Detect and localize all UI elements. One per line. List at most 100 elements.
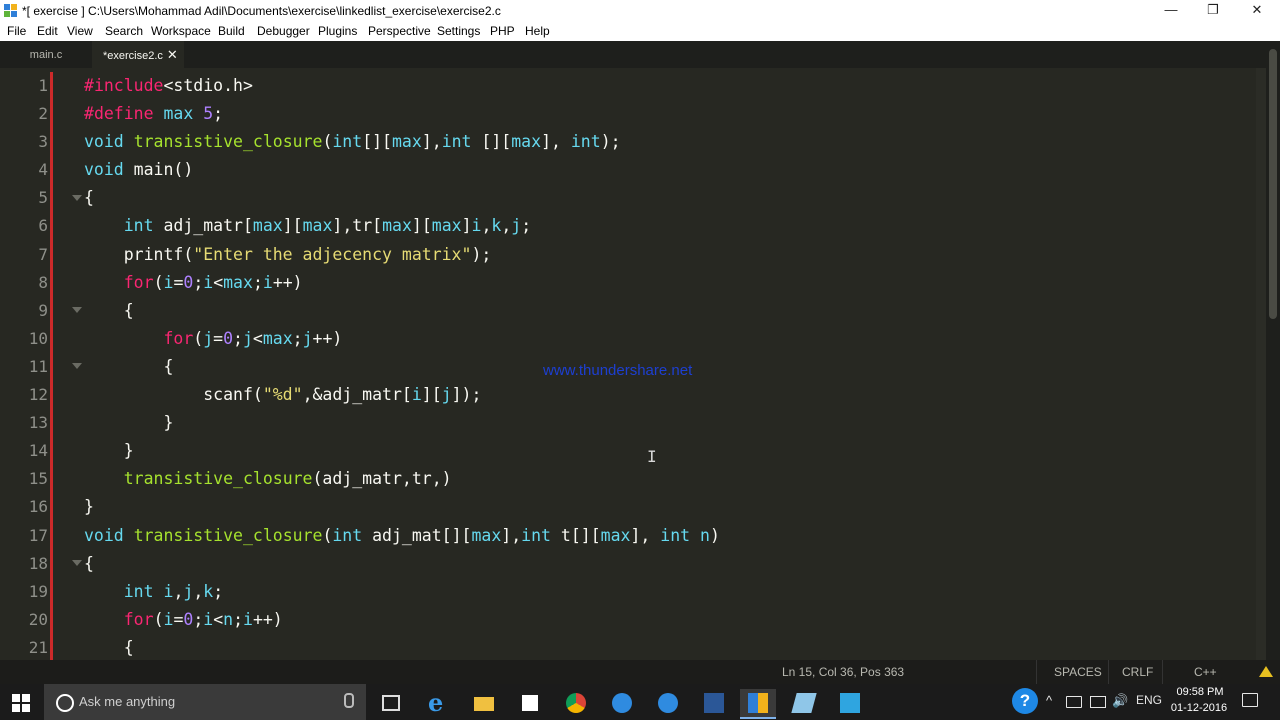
search-placeholder: Ask me anything	[79, 694, 176, 709]
cortana-search-box[interactable]: Ask me anything	[44, 684, 366, 720]
code-line[interactable]: void transistive_closure(int[][max],int …	[84, 128, 1254, 156]
notepad-icon[interactable]	[786, 689, 822, 717]
line-number-list: 1 2 3 4 5 6 7 8 9 10 11 12 13 14 15 16 1…	[0, 72, 48, 662]
line-number: 21	[28, 637, 48, 657]
code-line[interactable]: {	[84, 184, 1254, 212]
menu-search[interactable]: Search	[105, 24, 143, 38]
code-line[interactable]: for(j=0;j<max;j++)	[84, 325, 1254, 353]
window-title: *[ exercise ] C:\Users\Mohammad Adil\Doc…	[22, 4, 501, 18]
code-line[interactable]: #define max 5;	[84, 100, 1254, 128]
menu-edit[interactable]: Edit	[37, 24, 58, 38]
tab-main-c[interactable]: main.c	[0, 41, 92, 68]
tray-arrow-icon[interactable]: ^	[1046, 693, 1052, 708]
codelite-taskbar-icon[interactable]	[740, 689, 776, 719]
menu-view[interactable]: View	[67, 24, 93, 38]
menu-workspace[interactable]: Workspace	[151, 24, 211, 38]
fold-marker-icon[interactable]	[72, 560, 82, 566]
microphone-icon[interactable]	[344, 693, 354, 708]
code-line[interactable]: }	[84, 409, 1254, 437]
code-line[interactable]: {	[84, 550, 1254, 578]
line-number: 20	[28, 609, 48, 629]
restore-button[interactable]: ❐	[1190, 0, 1236, 22]
code-line[interactable]: scanf("%d",&adj_matr[i][j]);	[84, 381, 1254, 409]
code-line[interactable]: {	[84, 634, 1254, 660]
clock-date[interactable]: 01-12-2016	[1168, 702, 1230, 714]
code-line[interactable]: }	[84, 437, 1254, 465]
code-line[interactable]: int i,j,k;	[84, 578, 1254, 606]
code-line[interactable]: int adj_matr[max][max],tr[max][max]i,k,j…	[84, 212, 1254, 240]
code-line[interactable]: for(i=0;i<max;i++)	[84, 269, 1254, 297]
word-icon[interactable]	[696, 689, 732, 717]
edge-browser-icon[interactable]: e	[420, 689, 456, 717]
line-number: 6	[38, 216, 48, 236]
menu-settings[interactable]: Settings	[437, 24, 480, 38]
minimize-button[interactable]: —	[1148, 0, 1194, 22]
code-line[interactable]: for(i=0;i<n;i++)	[84, 606, 1254, 634]
camtasia-icon[interactable]	[832, 689, 868, 717]
fold-marker-icon[interactable]	[72, 195, 82, 201]
status-divider	[1108, 660, 1109, 684]
code-line[interactable]: transistive_closure(adj_matr,tr,)	[84, 465, 1254, 493]
store-icon[interactable]	[512, 689, 548, 717]
line-number: 14	[28, 441, 48, 461]
chrome-icon[interactable]	[558, 689, 594, 717]
line-number: 18	[28, 553, 48, 573]
line-number: 5	[38, 188, 48, 208]
thundershare-icon-2[interactable]	[650, 689, 686, 717]
tab-label: main.c	[29, 49, 63, 61]
fold-marker-icon[interactable]	[72, 363, 82, 369]
tab-exercise2-c[interactable]: *exercise2.c ✕	[92, 41, 184, 68]
vertical-scrollbar[interactable]	[1266, 41, 1280, 660]
line-number: 9	[38, 300, 48, 320]
close-tab-icon[interactable]: ✕	[167, 47, 178, 62]
menu-plugins[interactable]: Plugins	[318, 24, 357, 38]
menu-perspective[interactable]: Perspective	[368, 24, 431, 38]
menu-file[interactable]: File	[7, 24, 26, 38]
volume-icon[interactable]: 🔊	[1112, 693, 1128, 709]
line-number: 3	[38, 132, 48, 152]
line-ending[interactable]: CRLF	[1122, 665, 1153, 679]
menu-php[interactable]: PHP	[490, 24, 515, 38]
indent-mode[interactable]: SPACES	[1054, 665, 1102, 679]
status-bar: Ln 15, Col 36, Pos 363 SPACES CRLF C++	[0, 660, 1280, 684]
line-number: 16	[28, 497, 48, 517]
line-number: 11	[28, 356, 48, 376]
language-indicator[interactable]: ENG	[1136, 693, 1162, 707]
line-number: 15	[28, 469, 48, 489]
menu-bar: File Edit View Search Workspace Build De…	[0, 22, 1280, 41]
language-mode[interactable]: C++	[1194, 665, 1217, 679]
notification-icon[interactable]	[1242, 693, 1258, 707]
line-number: 4	[38, 160, 48, 180]
task-view-icon[interactable]	[372, 689, 408, 717]
network-icon[interactable]	[1090, 696, 1106, 708]
cursor-position: Ln 15, Col 36, Pos 363	[782, 665, 905, 679]
code-line[interactable]: printf("Enter the adjecency matrix");	[84, 241, 1254, 269]
text-cursor-icon: I	[647, 447, 657, 466]
menu-build[interactable]: Build	[218, 24, 245, 38]
tab-label: *exercise2.c	[103, 50, 163, 62]
menu-help[interactable]: Help	[525, 24, 550, 38]
clock-time[interactable]: 09:58 PM	[1172, 686, 1228, 698]
line-number: 10	[28, 328, 48, 348]
file-explorer-icon[interactable]	[466, 689, 502, 717]
menu-debugger[interactable]: Debugger	[257, 24, 310, 38]
scrollbar-thumb[interactable]	[1269, 49, 1277, 319]
watermark-text: www.thundershare.net	[543, 362, 693, 379]
code-line[interactable]: void main()	[84, 156, 1254, 184]
close-window-button[interactable]: ✕	[1234, 0, 1280, 22]
fold-marker-icon[interactable]	[72, 307, 82, 313]
code-line[interactable]: void transistive_closure(int adj_mat[][m…	[84, 522, 1254, 550]
code-line[interactable]: {	[84, 297, 1254, 325]
code-line[interactable]: #include<stdio.h>	[84, 72, 1254, 100]
windows-taskbar: Ask me anything e ? ^ 🔊 ENG 09:58 PM 01-…	[0, 684, 1280, 720]
code-line[interactable]: }	[84, 493, 1254, 521]
thundershare-icon[interactable]	[604, 689, 640, 717]
line-number: 2	[38, 104, 48, 124]
warning-icon[interactable]	[1259, 666, 1273, 677]
status-divider	[1162, 660, 1163, 684]
windows-start-icon[interactable]	[12, 694, 30, 712]
minimap[interactable]	[1256, 68, 1266, 660]
battery-icon[interactable]	[1066, 696, 1082, 708]
help-icon[interactable]: ?	[1012, 688, 1038, 714]
modified-line-marker	[50, 72, 53, 660]
